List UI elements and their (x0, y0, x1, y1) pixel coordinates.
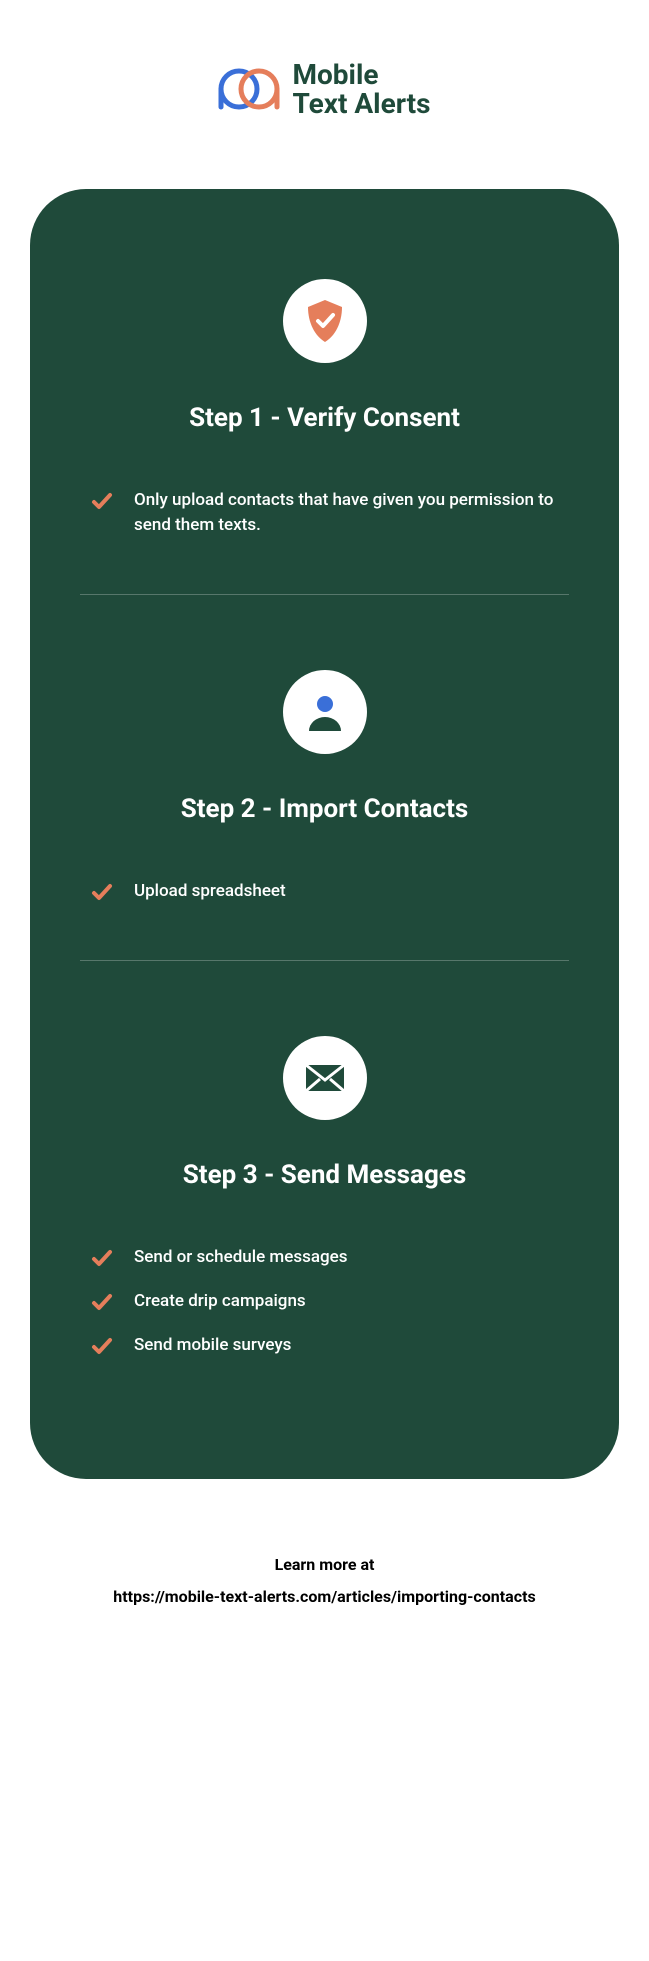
step-2-title: Step 2 - Import Contacts (80, 794, 569, 824)
list-item-text: Upload spreadsheet (134, 879, 286, 905)
brand-logo: Mobile Text Alerts (30, 60, 619, 119)
divider (80, 594, 569, 595)
step-2: Step 2 - Import Contacts Upload spreadsh… (80, 670, 569, 905)
step-3-title: Step 3 - Send Messages (80, 1160, 569, 1190)
divider (80, 960, 569, 961)
shield-check-icon (283, 279, 367, 363)
footer-learn: Learn more at (30, 1549, 619, 1581)
list-item-text: Create drip campaigns (134, 1289, 306, 1315)
step-1-title: Step 1 - Verify Consent (80, 403, 569, 433)
person-icon (283, 670, 367, 754)
list-item: Create drip campaigns (90, 1289, 559, 1315)
check-icon (90, 1247, 114, 1271)
list-item-text: Only upload contacts that have given you… (134, 488, 559, 539)
brand-line1: Mobile (292, 60, 430, 89)
check-icon (90, 490, 114, 514)
step-1: Step 1 - Verify Consent Only upload cont… (80, 279, 569, 539)
brand-name: Mobile Text Alerts (292, 60, 430, 119)
list-item-text: Send mobile surveys (134, 1333, 291, 1359)
check-icon (90, 1335, 114, 1359)
footer-url: https://mobile-text-alerts.com/articles/… (30, 1581, 619, 1613)
list-item: Send or schedule messages (90, 1245, 559, 1271)
step-3: Step 3 - Send Messages Send or schedule … (80, 1036, 569, 1359)
steps-card: Step 1 - Verify Consent Only upload cont… (30, 189, 619, 1479)
check-icon (90, 881, 114, 905)
list-item: Only upload contacts that have given you… (90, 488, 559, 539)
list-item-text: Send or schedule messages (134, 1245, 348, 1271)
envelope-icon (283, 1036, 367, 1120)
check-icon (90, 1291, 114, 1315)
list-item: Send mobile surveys (90, 1333, 559, 1359)
list-item: Upload spreadsheet (90, 879, 559, 905)
footer: Learn more at https://mobile-text-alerts… (30, 1549, 619, 1613)
brand-line2: Text Alerts (292, 89, 430, 118)
logo-icon (218, 65, 280, 113)
